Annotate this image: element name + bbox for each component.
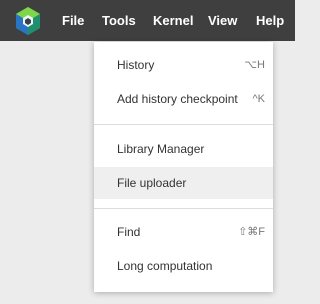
menu-item-label: File uploader — [117, 176, 187, 190]
menu-kernel[interactable]: Kernel — [153, 12, 193, 29]
menu-item-label: Add history checkpoint — [117, 92, 238, 106]
menu-item-label: History — [117, 58, 155, 72]
menu-item-history[interactable]: History ⌥H — [94, 49, 273, 81]
menu-item-label: Library Manager — [117, 142, 205, 156]
menu-item-library-manager[interactable]: Library Manager — [94, 133, 273, 165]
menu-separator — [94, 124, 273, 125]
app-window: File Tools Kernel View Help History ⌥H A… — [0, 0, 295, 304]
menu-item-add-history-checkpoint[interactable]: Add history checkpoint ^K — [94, 83, 273, 115]
menu-item-label: Long computation — [117, 259, 213, 273]
menu-bar: File Tools Kernel View Help — [0, 0, 295, 41]
menu-item-shortcut: ^K — [252, 93, 266, 105]
menu-item-label: Find — [117, 225, 141, 239]
menu-view[interactable]: View — [208, 12, 237, 29]
menu-separator — [94, 208, 273, 209]
menu-item-shortcut: ⇧⌘F — [238, 226, 265, 238]
menu-tools[interactable]: Tools — [102, 12, 136, 29]
menu-item-file-uploader[interactable]: File uploader — [94, 167, 273, 199]
menu-item-long-computation[interactable]: Long computation — [94, 250, 273, 282]
menu-file[interactable]: File — [62, 12, 84, 29]
menu-item-shortcut: ⌥H — [244, 59, 265, 71]
app-logo-icon[interactable] — [13, 6, 43, 36]
menu-help[interactable]: Help — [256, 12, 284, 29]
tools-dropdown-menu: History ⌥H Add history checkpoint ^K Lib… — [94, 42, 273, 292]
menu-item-find[interactable]: Find ⇧⌘F — [94, 216, 273, 248]
